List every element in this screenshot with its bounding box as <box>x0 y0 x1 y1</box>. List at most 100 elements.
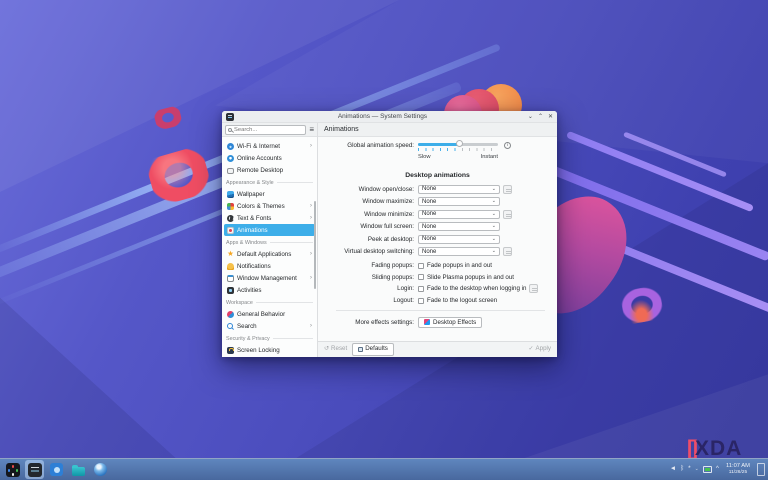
show-desktop-button[interactable] <box>757 463 765 476</box>
animations-icon <box>227 227 234 234</box>
defaults-button[interactable]: Defaults <box>352 343 394 355</box>
notifications-icon <box>227 263 234 270</box>
sidebar-item-online-accounts[interactable]: Online Accounts <box>224 152 315 164</box>
slider-min-label: Slow <box>418 154 431 160</box>
general-behavior-icon <box>227 311 234 318</box>
chevron-right-icon: › <box>310 203 312 210</box>
search-input[interactable] <box>234 127 303 133</box>
chevron-down-icon: ⌄ <box>492 199 496 204</box>
maximize-button[interactable]: ⌃ <box>538 114 543 120</box>
tray-misc-icon[interactable]: * <box>688 466 691 473</box>
sidebar-item-window-management[interactable]: Window Management › <box>224 272 315 284</box>
peek-at-desktop-dropdown[interactable]: None ⌄ <box>418 235 500 244</box>
minimize-button[interactable]: ⌄ <box>528 114 533 120</box>
browser-icon <box>94 463 107 476</box>
sidebar-section-security-privacy: Security & Privacy <box>224 333 315 344</box>
sliding-popups-checkbox[interactable] <box>418 274 424 280</box>
chevron-down-icon[interactable]: ⌄ <box>695 467 699 472</box>
animation-speed-slider[interactable] <box>418 141 498 151</box>
sidebar-item-general-behavior[interactable]: General Behavior <box>224 308 315 320</box>
menu-icon[interactable]: ≡ <box>309 126 314 134</box>
volume-icon[interactable]: ◄ <box>670 466 676 473</box>
wallpaper-ring <box>619 285 664 325</box>
window-maximize-dropdown[interactable]: None ⌄ <box>418 197 500 206</box>
slider-max-label: Instant <box>481 154 498 160</box>
speed-label: Global animation speed: <box>318 142 418 149</box>
wallpaper-icon <box>227 191 234 198</box>
sidebar-item-default-applications[interactable]: ★ Default Applications › <box>224 248 315 260</box>
search-icon <box>228 128 232 132</box>
window-minimize-dropdown[interactable]: None ⌄ <box>418 210 500 219</box>
footer-bar: ↺ Reset Defaults ✓ Apply <box>318 341 557 357</box>
task-system-settings[interactable] <box>25 460 44 479</box>
online-accounts-icon <box>227 155 234 162</box>
app-launcher-icon <box>6 463 20 477</box>
sidebar-item-activities[interactable]: Activities <box>224 284 315 296</box>
titlebar[interactable]: Animations — System Settings ⌄ ⌃ ✕ <box>222 111 557 123</box>
chevron-down-icon: ⌄ <box>492 212 496 217</box>
sidebar-scrollbar[interactable] <box>314 201 316 289</box>
virtual-desktop-switching-dropdown[interactable]: None ⌄ <box>418 247 500 256</box>
sidebar-item-wallpaper[interactable]: Wallpaper <box>224 188 315 200</box>
system-tray: ◄ ᛒ * ⌄ ^ 11:07 AM 11/26/25 <box>670 463 765 476</box>
search-settings-icon <box>227 323 234 330</box>
folder-icon <box>72 467 85 476</box>
taskbar: ◄ ᛒ * ⌄ ^ 11:07 AM 11/26/25 <box>0 458 768 480</box>
chevron-right-icon: › <box>310 215 312 222</box>
logout-checkbox[interactable] <box>418 298 424 304</box>
wallpaper-torus <box>145 145 214 207</box>
fading-popups-checkbox[interactable] <box>418 263 424 269</box>
apply-button[interactable]: ✓ Apply <box>528 346 551 352</box>
sidebar-section-workspace: Workspace <box>224 297 315 308</box>
chevron-right-icon: › <box>310 143 312 150</box>
configure-button[interactable] <box>503 247 512 256</box>
colors-themes-icon <box>227 203 234 210</box>
search-field[interactable] <box>225 125 306 135</box>
page-title: Animations <box>318 123 557 137</box>
sidebar-item-animations[interactable]: Animations <box>224 224 315 236</box>
slider-handle[interactable] <box>456 140 463 147</box>
sidebar-item-screen-locking[interactable]: Screen Locking <box>224 344 315 356</box>
sidebar-item-remote-desktop[interactable]: Remote Desktop <box>224 164 315 176</box>
app-launcher-button[interactable] <box>3 460 22 479</box>
remote-desktop-icon <box>227 168 234 174</box>
system-settings-icon <box>226 113 234 121</box>
system-settings-icon <box>28 463 42 477</box>
info-icon[interactable]: i <box>504 142 511 149</box>
sidebar-section-apps-windows: Apps & Windows <box>224 237 315 248</box>
window-fullscreen-dropdown[interactable]: None ⌄ <box>418 222 500 231</box>
slider-ticks <box>418 148 460 151</box>
sidebar-item-search[interactable]: Search › <box>224 320 315 332</box>
bluetooth-icon[interactable]: ᛒ <box>680 466 684 473</box>
close-button[interactable]: ✕ <box>548 114 553 120</box>
window-open-close-dropdown[interactable]: None ⌄ <box>418 185 500 194</box>
discover-icon <box>50 463 63 476</box>
sidebar-item-text-fonts[interactable]: Text & Fonts › <box>224 212 315 224</box>
desktop-effects-button[interactable]: Desktop Effects <box>418 317 482 328</box>
sidebar-item-notifications[interactable]: Notifications <box>224 260 315 272</box>
task-discover[interactable] <box>47 460 66 479</box>
separator <box>336 310 545 311</box>
chevron-right-icon: › <box>310 323 312 330</box>
slider-fill <box>418 143 460 146</box>
task-file-manager[interactable] <box>69 460 88 479</box>
expand-tray-icon[interactable]: ^ <box>716 466 719 473</box>
sidebar-list: Wi-Fi & Internet › Online Accounts Remot… <box>222 137 317 357</box>
chevron-right-icon: › <box>310 275 312 282</box>
task-browser[interactable] <box>91 460 110 479</box>
display-icon[interactable] <box>703 466 712 473</box>
login-checkbox[interactable] <box>418 286 424 292</box>
section-heading: Desktop animations <box>405 172 470 179</box>
desktop: [] XDA Animations — System Settings ⌄ ⌃ … <box>0 0 768 480</box>
chevron-down-icon: ⌄ <box>492 187 496 192</box>
default-applications-icon: ★ <box>227 251 234 258</box>
sidebar-item-colors-themes[interactable]: Colors & Themes › <box>224 200 315 212</box>
chevron-down-icon: ⌄ <box>492 249 496 254</box>
sidebar-item-wifi-internet[interactable]: Wi-Fi & Internet › <box>224 140 315 152</box>
configure-button[interactable] <box>529 284 538 293</box>
configure-button[interactable] <box>503 185 512 194</box>
clock[interactable]: 11:07 AM 11/26/25 <box>726 463 750 476</box>
reset-button[interactable]: ↺ Reset <box>324 346 347 352</box>
configure-button[interactable] <box>503 210 512 219</box>
xda-watermark: [] XDA <box>687 438 742 459</box>
